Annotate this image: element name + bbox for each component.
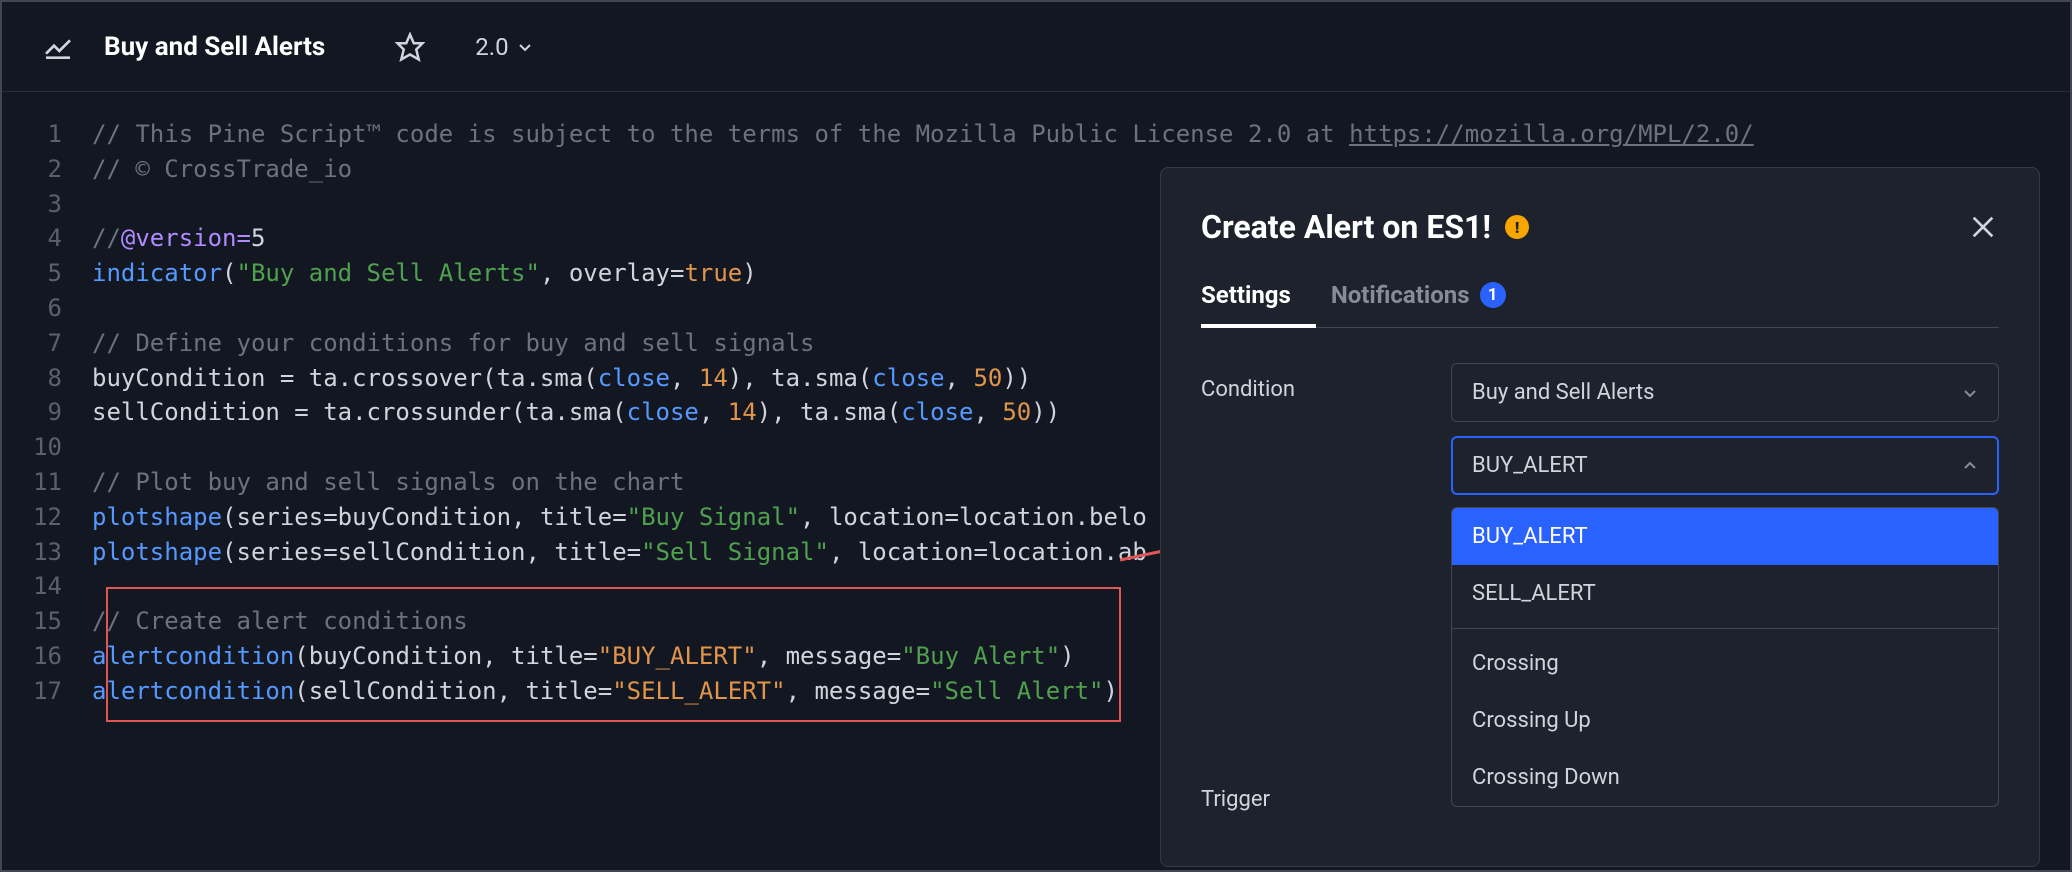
line-number: 3: [2, 187, 92, 222]
tab-settings[interactable]: Settings: [1201, 281, 1291, 327]
condition-alert-value: BUY_ALERT: [1472, 453, 1588, 478]
tab-active-underline: [1201, 324, 1316, 328]
line-number: 7: [2, 326, 92, 361]
chevron-down-icon: [517, 39, 533, 55]
dropdown-separator: [1452, 628, 1998, 629]
favorite-star-icon[interactable]: [395, 32, 425, 62]
close-icon[interactable]: [1967, 211, 1999, 243]
line-number: 13: [2, 535, 92, 570]
warning-icon: !: [1505, 215, 1529, 239]
panel-title-text: Create Alert on ES1!: [1201, 208, 1491, 246]
script-title: Buy and Sell Alerts: [104, 32, 325, 62]
chevron-down-icon: [1962, 385, 1978, 401]
line-number: 10: [2, 430, 92, 465]
line-number: 11: [2, 465, 92, 500]
tab-notifications-label: Notifications: [1331, 281, 1470, 309]
create-alert-panel: Create Alert on ES1! ! Settings Notifica…: [1160, 167, 2040, 867]
panel-tabs: Settings Notifications 1: [1201, 281, 1999, 328]
condition-source-value: Buy and Sell Alerts: [1472, 380, 1654, 405]
toolbar: Buy and Sell Alerts 2.0: [2, 2, 2070, 92]
version-selector[interactable]: 2.0: [475, 33, 532, 61]
line-number: 8: [2, 361, 92, 396]
notification-count-badge: 1: [1480, 282, 1506, 308]
tab-notifications[interactable]: Notifications 1: [1331, 281, 1506, 327]
line-number: 1: [2, 117, 92, 152]
line-number: 5: [2, 256, 92, 291]
dropdown-item-crossing-up[interactable]: Crossing Up: [1452, 692, 1998, 749]
line-number: 4: [2, 221, 92, 256]
line-number: 12: [2, 500, 92, 535]
line-number: 16: [2, 639, 92, 674]
dropdown-item-buy-alert[interactable]: BUY_ALERT: [1452, 508, 1998, 565]
code-line[interactable]: 1// This Pine Script™ code is subject to…: [2, 117, 2070, 152]
panel-title: Create Alert on ES1! !: [1201, 208, 1529, 246]
dropdown-item-crossing-down[interactable]: Crossing Down: [1452, 749, 1998, 806]
code-content[interactable]: // This Pine Script™ code is subject to …: [92, 117, 2070, 152]
line-number: 9: [2, 395, 92, 430]
condition-source-select[interactable]: Buy and Sell Alerts: [1451, 363, 1999, 422]
line-number: 6: [2, 291, 92, 326]
line-number: 15: [2, 604, 92, 639]
alert-dropdown: BUY_ALERT SELL_ALERT Crossing Crossing U…: [1451, 507, 1999, 807]
dropdown-item-crossing[interactable]: Crossing: [1452, 635, 1998, 692]
chart-icon: [42, 31, 74, 63]
dropdown-item-sell-alert[interactable]: SELL_ALERT: [1452, 565, 1998, 622]
line-number: 14: [2, 569, 92, 604]
chevron-up-icon: [1962, 458, 1978, 474]
version-value: 2.0: [475, 33, 508, 61]
line-number: 17: [2, 674, 92, 709]
line-number: 2: [2, 152, 92, 187]
tab-settings-label: Settings: [1201, 281, 1291, 309]
condition-label: Condition: [1201, 363, 1451, 402]
condition-alert-select[interactable]: BUY_ALERT: [1451, 436, 1999, 495]
